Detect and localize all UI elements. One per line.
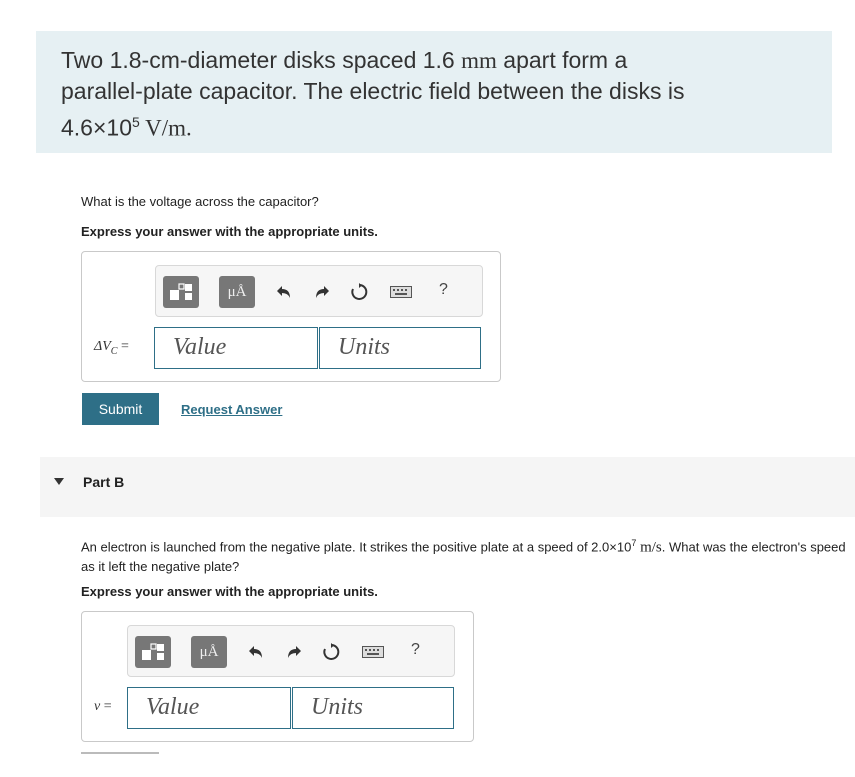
part-a-toolbar: μÅ ?: [155, 265, 483, 317]
submit-button[interactable]: Submit: [82, 393, 159, 425]
intro-line-2: parallel-plate capacitor. The electric f…: [61, 78, 685, 104]
part-a-units-input[interactable]: Units: [319, 327, 481, 369]
redo-icon[interactable]: [311, 282, 333, 302]
help-icon[interactable]: ?: [411, 641, 420, 659]
part-b-toolbar: μÅ ?: [127, 625, 455, 677]
units-button[interactable]: μÅ: [219, 276, 255, 308]
templates-icon[interactable]: [135, 636, 171, 668]
reset-icon[interactable]: [320, 642, 342, 662]
submit-button-edge: [81, 752, 159, 754]
part-b-header[interactable]: Part B: [40, 457, 855, 517]
undo-icon[interactable]: [245, 642, 267, 662]
part-b-answer-box: μÅ ? v = Value Units: [81, 611, 474, 742]
part-b-instruction: Express your answer with the appropriate…: [81, 584, 378, 599]
templates-icon[interactable]: [163, 276, 199, 308]
problem-intro: Two 1.8-cm-diameter disks spaced 1.6 mm …: [36, 31, 832, 153]
part-a-answer-box: μÅ ? ΔVC = Value Units: [81, 251, 501, 382]
part-a-label: ΔVC =: [94, 339, 129, 357]
units-button[interactable]: μÅ: [191, 636, 227, 668]
part-a-value-input[interactable]: Value: [154, 327, 318, 369]
part-a-instruction: Express your answer with the appropriate…: [81, 224, 378, 239]
part-b-units-input[interactable]: Units: [292, 687, 454, 729]
request-answer-link[interactable]: Request Answer: [181, 402, 282, 417]
keyboard-icon[interactable]: [390, 282, 412, 302]
help-icon[interactable]: ?: [439, 281, 448, 299]
part-b-title: Part B: [83, 474, 125, 490]
part-b-question: An electron is launched from the negativ…: [81, 538, 846, 575]
intro-line-3: 4.6×105 V/m.: [61, 114, 192, 141]
redo-icon[interactable]: [283, 642, 305, 662]
keyboard-icon[interactable]: [362, 642, 384, 662]
intro-line-1: Two 1.8-cm-diameter disks spaced 1.6 mm …: [61, 47, 628, 73]
undo-icon[interactable]: [273, 282, 295, 302]
collapse-triangle-icon[interactable]: [54, 478, 64, 485]
reset-icon[interactable]: [348, 282, 370, 302]
part-a-question: What is the voltage across the capacitor…: [81, 194, 319, 209]
part-b-label: v =: [94, 699, 112, 714]
part-b-value-input[interactable]: Value: [127, 687, 291, 729]
